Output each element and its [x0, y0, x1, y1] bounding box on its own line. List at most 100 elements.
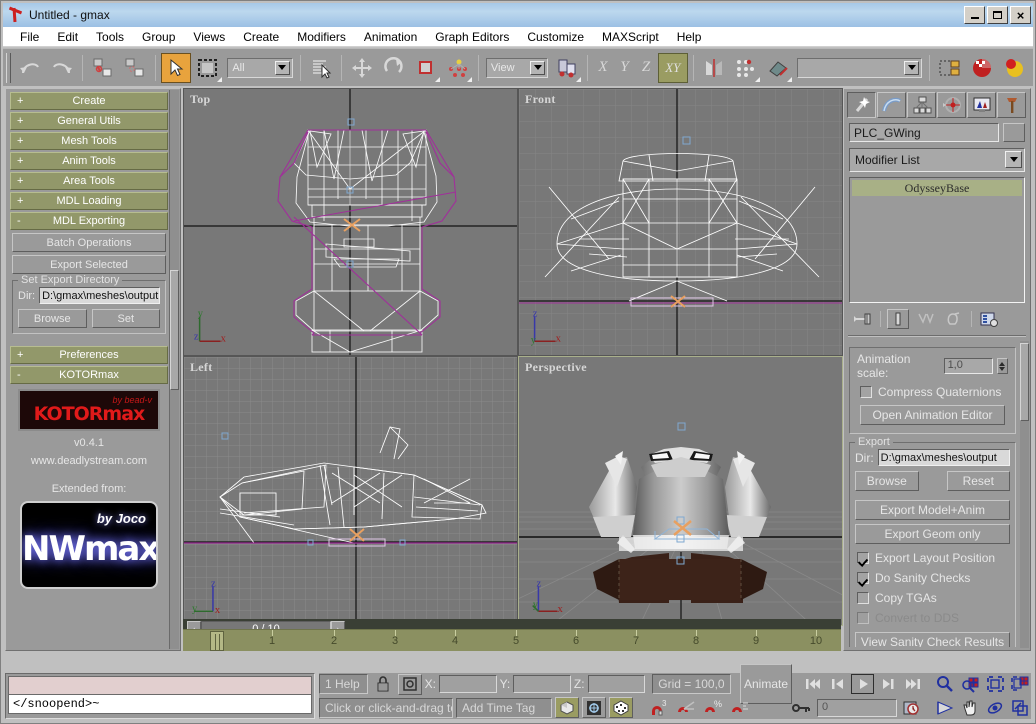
zoom-extents-icon[interactable] [983, 674, 1006, 694]
create-tab[interactable] [847, 92, 876, 118]
compress-quaternions-row[interactable]: Compress Quaternions [854, 383, 1011, 401]
key-mode-toggle-icon[interactable] [790, 697, 814, 718]
time-ruler[interactable]: 1 2 3 4 5 6 7 8 9 10 [183, 629, 841, 651]
menu-create[interactable]: Create [234, 28, 288, 46]
undo-icon[interactable] [15, 53, 45, 83]
align-icon[interactable] [552, 53, 582, 83]
rollout-preferences[interactable]: + Preferences [10, 346, 168, 364]
minimize-button[interactable] [964, 6, 985, 24]
close-button[interactable]: × [1010, 6, 1031, 24]
chevron-down-icon[interactable] [530, 60, 546, 75]
set-button[interactable]: Set [91, 309, 160, 328]
percent-snap-icon[interactable]: % [701, 697, 725, 718]
reset-button[interactable]: Reset [946, 471, 1010, 491]
x-coordinate-field[interactable] [438, 675, 497, 693]
rollout-mesh-tools[interactable]: + Mesh Tools [10, 132, 168, 150]
pan-icon[interactable] [958, 698, 981, 718]
animation-scale-spinner[interactable] [996, 358, 1008, 374]
zoom-extents-all-icon[interactable] [1008, 674, 1031, 694]
named-selection-sets-combo[interactable] [796, 57, 923, 78]
current-frame-field[interactable]: 0 [817, 698, 897, 717]
kotormax-website[interactable]: www.deadlystream.com [10, 455, 168, 467]
hierarchy-tab[interactable] [907, 92, 936, 118]
listener-input[interactable]: </snoopend>~ [8, 694, 312, 714]
browse-button-right[interactable]: Browse [855, 471, 919, 491]
use-pivot-point-center-icon[interactable] [443, 53, 473, 83]
spinner-snap-icon[interactable] [728, 697, 752, 718]
maximize-button[interactable] [987, 6, 1008, 24]
stack-item-odysseybase[interactable]: OdysseyBase [852, 180, 1022, 196]
export-dir-input[interactable]: D:\gmax\meshes\output [39, 287, 160, 304]
redo-icon[interactable] [47, 53, 77, 83]
object-name-field[interactable]: PLC_GWing [849, 123, 999, 142]
rollout-mdl-loading[interactable]: + MDL Loading [10, 192, 168, 210]
material-editor-icon[interactable] [967, 53, 997, 83]
restrict-to-xy-plane-icon[interactable]: XY [657, 52, 688, 83]
layer-manager-icon[interactable] [935, 53, 965, 83]
utilities-tab[interactable] [997, 92, 1026, 118]
arc-rotate-icon[interactable] [983, 698, 1006, 718]
right-panel-scrollbar[interactable] [1020, 341, 1029, 648]
render-icon[interactable] [999, 53, 1029, 83]
copy-tgas-row[interactable]: Copy TGAs [855, 588, 1010, 608]
mirror-icon[interactable] [699, 53, 729, 83]
adaptive-degradation-icon[interactable] [609, 697, 633, 718]
batch-operations-button[interactable]: Batch Operations [12, 233, 166, 252]
next-frame-icon[interactable] [876, 674, 899, 694]
open-animation-editor-button[interactable]: Open Animation Editor [860, 405, 1005, 425]
select-by-name-icon[interactable] [306, 53, 336, 83]
array-icon[interactable] [731, 53, 761, 83]
export-layout-position-row[interactable]: Export Layout Position [855, 548, 1010, 568]
field-of-view-icon[interactable] [933, 698, 956, 718]
motion-tab[interactable] [937, 92, 966, 118]
chevron-down-icon[interactable] [1005, 151, 1022, 168]
y-coordinate-field[interactable] [513, 675, 571, 693]
restrict-to-y-icon[interactable]: Y [614, 54, 636, 82]
restrict-to-x-icon[interactable]: X [592, 54, 614, 82]
export-geom-only-button[interactable]: Export Geom only [855, 524, 1010, 544]
select-and-move-icon[interactable] [347, 53, 377, 83]
animation-scale-input[interactable]: 1,0 [943, 358, 993, 374]
menu-modifiers[interactable]: Modifiers [288, 28, 355, 46]
viewport-left[interactable]: Left z y x [183, 356, 518, 626]
restrict-to-z-icon[interactable]: Z [635, 54, 657, 82]
rollout-anim-tools[interactable]: + Anim Tools [10, 152, 168, 170]
goto-end-icon[interactable] [901, 674, 924, 694]
previous-frame-icon[interactable] [826, 674, 849, 694]
help-indicator[interactable]: 1 Help [319, 674, 368, 694]
export-selected-button[interactable]: Export Selected [12, 255, 166, 274]
menu-tools[interactable]: Tools [87, 28, 133, 46]
show-end-result-icon[interactable] [887, 309, 909, 329]
absolute-relative-toggle-icon[interactable] [397, 673, 422, 695]
export-layout-position-checkbox[interactable] [857, 552, 869, 564]
modify-tab[interactable] [877, 92, 906, 118]
maximize-viewport-toggle-icon[interactable] [1008, 698, 1031, 718]
select-and-rotate-icon[interactable] [379, 53, 409, 83]
zoom-icon[interactable] [933, 674, 956, 694]
shade-selected-faces-icon[interactable] [555, 697, 579, 718]
left-panel-scroll-thumb[interactable] [170, 270, 179, 390]
select-region-icon[interactable] [193, 53, 223, 83]
snaps-icon[interactable] [763, 53, 793, 83]
rollout-mdl-exporting[interactable]: - MDL Exporting [10, 212, 168, 230]
pin-stack-icon[interactable] [852, 309, 874, 329]
select-and-scale-icon[interactable] [411, 53, 441, 83]
add-time-tag-button[interactable]: Add Time Tag [456, 697, 552, 718]
menu-file[interactable]: File [11, 28, 48, 46]
modifier-list-dropdown[interactable]: Modifier List [849, 148, 1025, 172]
export-model-anim-button[interactable]: Export Model+Anim [855, 500, 1010, 520]
copy-tgas-checkbox[interactable] [857, 592, 869, 604]
left-panel-scrollbar[interactable] [169, 90, 179, 649]
menu-help[interactable]: Help [668, 28, 711, 46]
time-slider-handle[interactable] [210, 631, 224, 651]
browse-button[interactable]: Browse [18, 309, 87, 328]
remove-modifier-icon[interactable] [943, 309, 965, 329]
modifier-stack[interactable]: OdysseyBase [849, 177, 1025, 303]
display-tab[interactable] [967, 92, 996, 118]
menu-graph-editors[interactable]: Graph Editors [426, 28, 518, 46]
play-animation-icon[interactable] [851, 674, 875, 694]
rollout-area-tools[interactable]: + Area Tools [10, 172, 168, 190]
chevron-down-icon[interactable] [274, 60, 290, 75]
view-sanity-check-results-button[interactable]: View Sanity Check Results [855, 632, 1010, 647]
snap-3d-icon[interactable]: 3 [647, 697, 671, 718]
